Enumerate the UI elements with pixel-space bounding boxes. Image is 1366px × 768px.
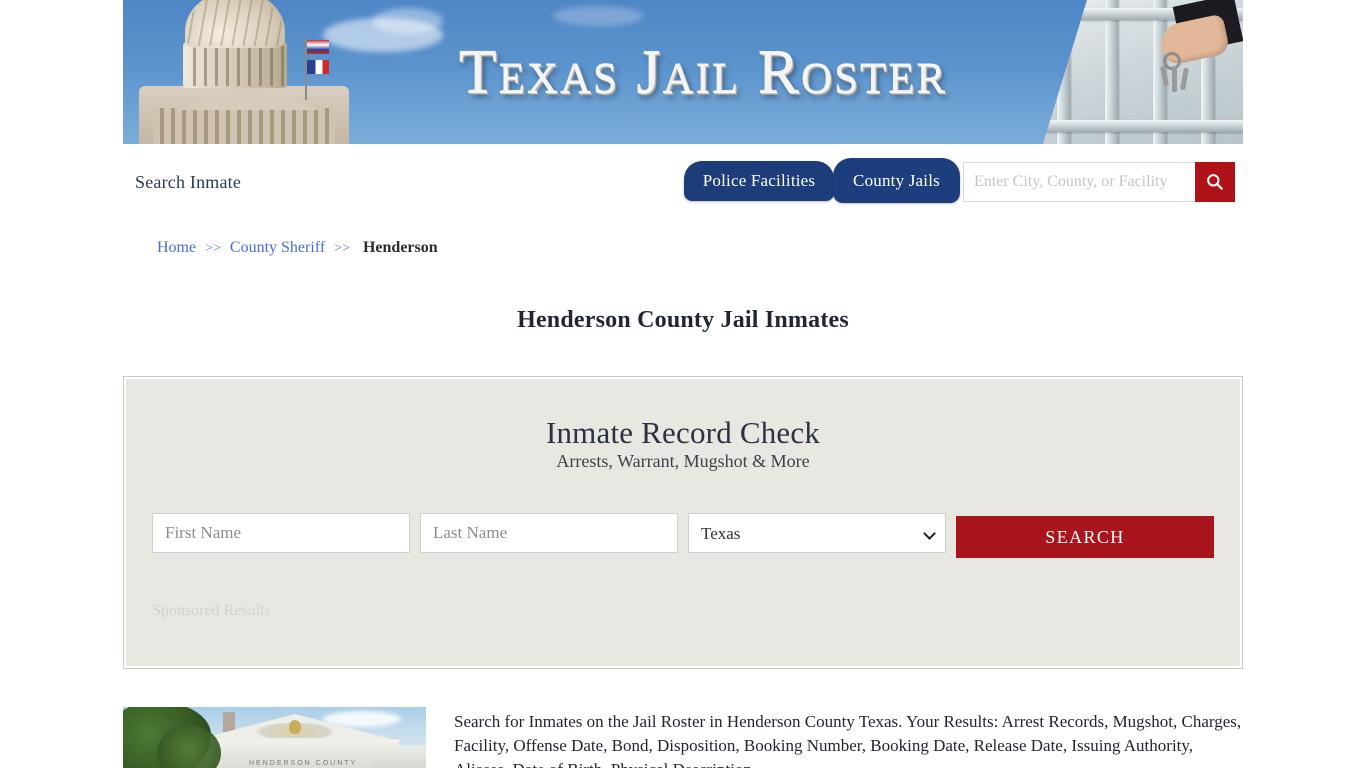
state-select[interactable]: Texas (688, 513, 946, 553)
courthouse-thumbnail[interactable]: HENDERSON COUNTY (123, 707, 426, 768)
record-search-button[interactable]: SEARCH (956, 516, 1214, 558)
capitol-dome-ribs (187, 0, 283, 46)
breadcrumb-current: Henderson (362, 239, 438, 256)
panel-subtitle: Arrests, Warrant, Mugshot & More (556, 451, 810, 471)
breadcrumb-link-home[interactable]: Home (157, 239, 196, 256)
texas-flag-icon (307, 60, 329, 74)
courthouse-wing (373, 746, 426, 768)
sponsored-results-label: Sponsored Results (152, 602, 271, 619)
key-icon (1172, 66, 1177, 92)
state-select-wrap: Texas (678, 513, 946, 553)
cloud-decor (373, 8, 443, 34)
panel-title: Inmate Record Check (545, 415, 821, 450)
header-nav: Search Inmate Police Facilities County J… (123, 144, 1243, 221)
search-icon (1207, 174, 1223, 190)
cloud-decor (553, 6, 643, 26)
page-title: Henderson County Jail Inmates (517, 307, 849, 334)
capitol-colonnade (153, 108, 335, 144)
us-flag-icon (307, 40, 329, 54)
breadcrumb-separator: >> (334, 241, 350, 256)
tab-police-facilities[interactable]: Police Facilities (684, 161, 834, 201)
breadcrumb-link-county-sheriff[interactable]: County Sheriff (230, 239, 325, 256)
capitol-dome-image (123, 0, 373, 144)
page-root: Texas Jail Roster Search Inmate Police F… (0, 0, 1366, 768)
site-brand-label: Search Inmate (135, 172, 242, 192)
page-description: Search for Inmates on the Jail Roster in… (454, 712, 1242, 768)
breadcrumb-separator: >> (205, 241, 221, 256)
first-name-input[interactable] (152, 513, 410, 553)
record-search-form: Texas SEARCH (152, 513, 1216, 558)
site-banner: Texas Jail Roster (123, 0, 1243, 144)
breadcrumb: Home >> County Sheriff >> Henderson (157, 239, 438, 257)
capitol-drum-columns (185, 44, 285, 86)
key-icon (1180, 67, 1189, 91)
tab-county-jails[interactable]: County Jails (833, 158, 960, 203)
jail-bar-horizontal (1043, 120, 1243, 132)
last-name-input[interactable] (420, 513, 678, 553)
header-search (963, 162, 1235, 202)
jail-bars-image (1043, 0, 1243, 144)
inmate-record-check-panel: Inmate Record Check Arrests, Warrant, Mu… (123, 376, 1243, 669)
pediment-seal (289, 720, 301, 734)
courthouse-label: HENDERSON COUNTY (249, 760, 358, 767)
search-input[interactable] (963, 162, 1195, 202)
search-submit-button[interactable] (1195, 162, 1235, 202)
